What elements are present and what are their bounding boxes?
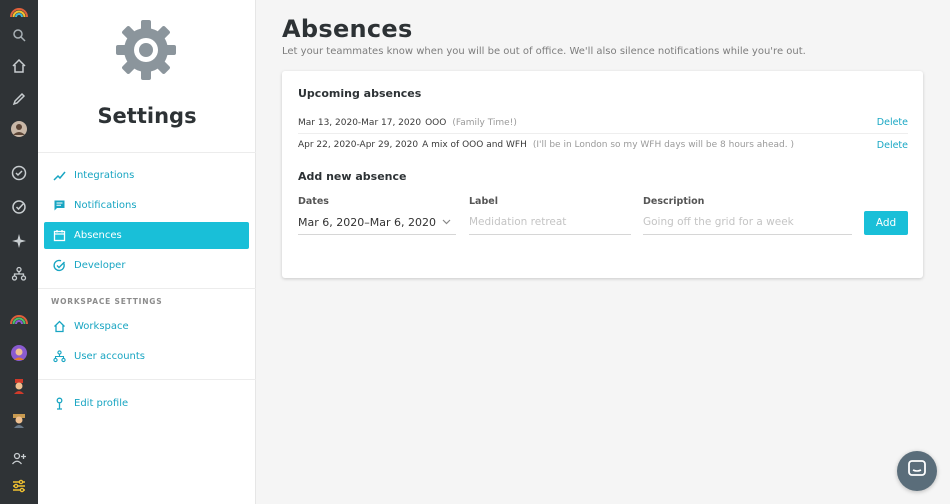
gear-icon bbox=[114, 18, 178, 82]
dates-value: Mar 6, 2020–Mar 6, 2020 bbox=[298, 215, 436, 229]
settings-title: Settings bbox=[97, 104, 197, 128]
home-icon bbox=[52, 320, 66, 334]
upcoming-absences-heading: Upcoming absences bbox=[298, 87, 422, 100]
chat-icon bbox=[907, 459, 927, 483]
absence-dates: Mar 13, 2020-Mar 17, 2020 bbox=[298, 117, 422, 128]
chat-bubble-icon bbox=[52, 199, 66, 213]
sidebar-item-user-accounts[interactable]: User accounts bbox=[44, 343, 249, 370]
divider bbox=[38, 379, 256, 380]
sidebar-item-edit-profile[interactable]: Edit profile bbox=[44, 390, 249, 417]
rainbow-icon[interactable] bbox=[0, 307, 38, 331]
divider bbox=[38, 288, 256, 289]
pencil-icon[interactable] bbox=[0, 87, 38, 111]
main-content: Absences Let your teammates know when yo… bbox=[256, 0, 950, 504]
sidebar-item-label: Absences bbox=[74, 230, 122, 241]
chevron-down-icon bbox=[442, 217, 452, 227]
add-absence-heading: Add new absence bbox=[298, 170, 407, 183]
org-chart-icon bbox=[52, 350, 66, 364]
avatar-person-1-icon[interactable] bbox=[0, 341, 38, 365]
sidebar-item-label: Notifications bbox=[74, 200, 137, 211]
avatar-person-3-icon[interactable] bbox=[0, 408, 38, 432]
sidebar-item-label: User accounts bbox=[74, 351, 146, 362]
sidebar-item-label: Integrations bbox=[74, 170, 135, 181]
sliders-icon[interactable] bbox=[0, 474, 38, 498]
rainbow-logo-icon[interactable] bbox=[0, 0, 38, 24]
absence-row: Mar 13, 2020-Mar 17, 2020 OOO (Family Ti… bbox=[298, 112, 908, 134]
check-circle-icon bbox=[52, 259, 66, 273]
avatar-person-2-icon[interactable] bbox=[0, 374, 38, 398]
delete-absence-button[interactable]: Delete bbox=[877, 140, 908, 151]
calendar-icon bbox=[52, 229, 66, 243]
sidebar-item-workspace[interactable]: Workspace bbox=[44, 313, 249, 340]
description-label: Description bbox=[643, 196, 705, 207]
home-icon[interactable] bbox=[0, 54, 38, 78]
sidebar-item-notifications[interactable]: Notifications bbox=[44, 192, 249, 219]
chat-launcher-button[interactable] bbox=[897, 451, 937, 491]
absence-dates: Apr 22, 2020-Apr 29, 2020 bbox=[298, 140, 419, 150]
settings-sidebar: Settings Integrations Notifications Abse… bbox=[38, 0, 256, 504]
app-rail bbox=[0, 0, 38, 504]
dates-label: Dates bbox=[298, 196, 329, 207]
sidebar-item-label: Edit profile bbox=[74, 398, 129, 409]
sidebar-item-developer[interactable]: Developer bbox=[44, 252, 249, 279]
description-field[interactable] bbox=[643, 210, 852, 235]
page-subtitle: Let your teammates know when you will be… bbox=[282, 46, 806, 57]
user-avatar-icon[interactable] bbox=[0, 117, 38, 141]
check-circle-icon[interactable] bbox=[0, 161, 38, 185]
absence-description: (Family Time!) bbox=[452, 117, 517, 128]
sidebar-item-label: Developer bbox=[74, 260, 126, 271]
sidebar-item-integrations[interactable]: Integrations bbox=[44, 162, 249, 189]
sparkle-icon[interactable] bbox=[0, 229, 38, 253]
sidebar-item-label: Workspace bbox=[74, 321, 129, 332]
add-user-icon[interactable] bbox=[0, 447, 38, 471]
person-icon bbox=[52, 397, 66, 411]
absences-card: Upcoming absences Mar 13, 2020-Mar 17, 2… bbox=[282, 71, 923, 278]
page-title: Absences bbox=[282, 15, 413, 43]
label-input[interactable] bbox=[469, 216, 631, 228]
sidebar-item-absences[interactable]: Absences bbox=[44, 222, 249, 249]
absence-label: OOO bbox=[425, 117, 447, 128]
label-field[interactable] bbox=[469, 210, 631, 235]
checkmark-trend-icon bbox=[52, 169, 66, 183]
target-check-icon[interactable] bbox=[0, 195, 38, 219]
workspace-settings-heading: WORKSPACE SETTINGS bbox=[51, 297, 163, 306]
search-icon[interactable] bbox=[0, 23, 38, 47]
absence-row: Apr 22, 2020-Apr 29, 2020 A mix of OOO a… bbox=[298, 134, 908, 156]
divider bbox=[38, 152, 256, 153]
delete-absence-button[interactable]: Delete bbox=[877, 117, 908, 128]
org-chart-icon[interactable] bbox=[0, 262, 38, 286]
description-input[interactable] bbox=[643, 216, 852, 228]
label-label: Label bbox=[469, 196, 498, 207]
absence-label: A mix of OOO and WFH bbox=[422, 140, 527, 150]
absence-description: (I'll be in London so my WFH days will b… bbox=[532, 140, 794, 150]
add-absence-button[interactable]: Add bbox=[864, 211, 908, 235]
dates-select[interactable]: Mar 6, 2020–Mar 6, 2020 bbox=[298, 210, 456, 235]
